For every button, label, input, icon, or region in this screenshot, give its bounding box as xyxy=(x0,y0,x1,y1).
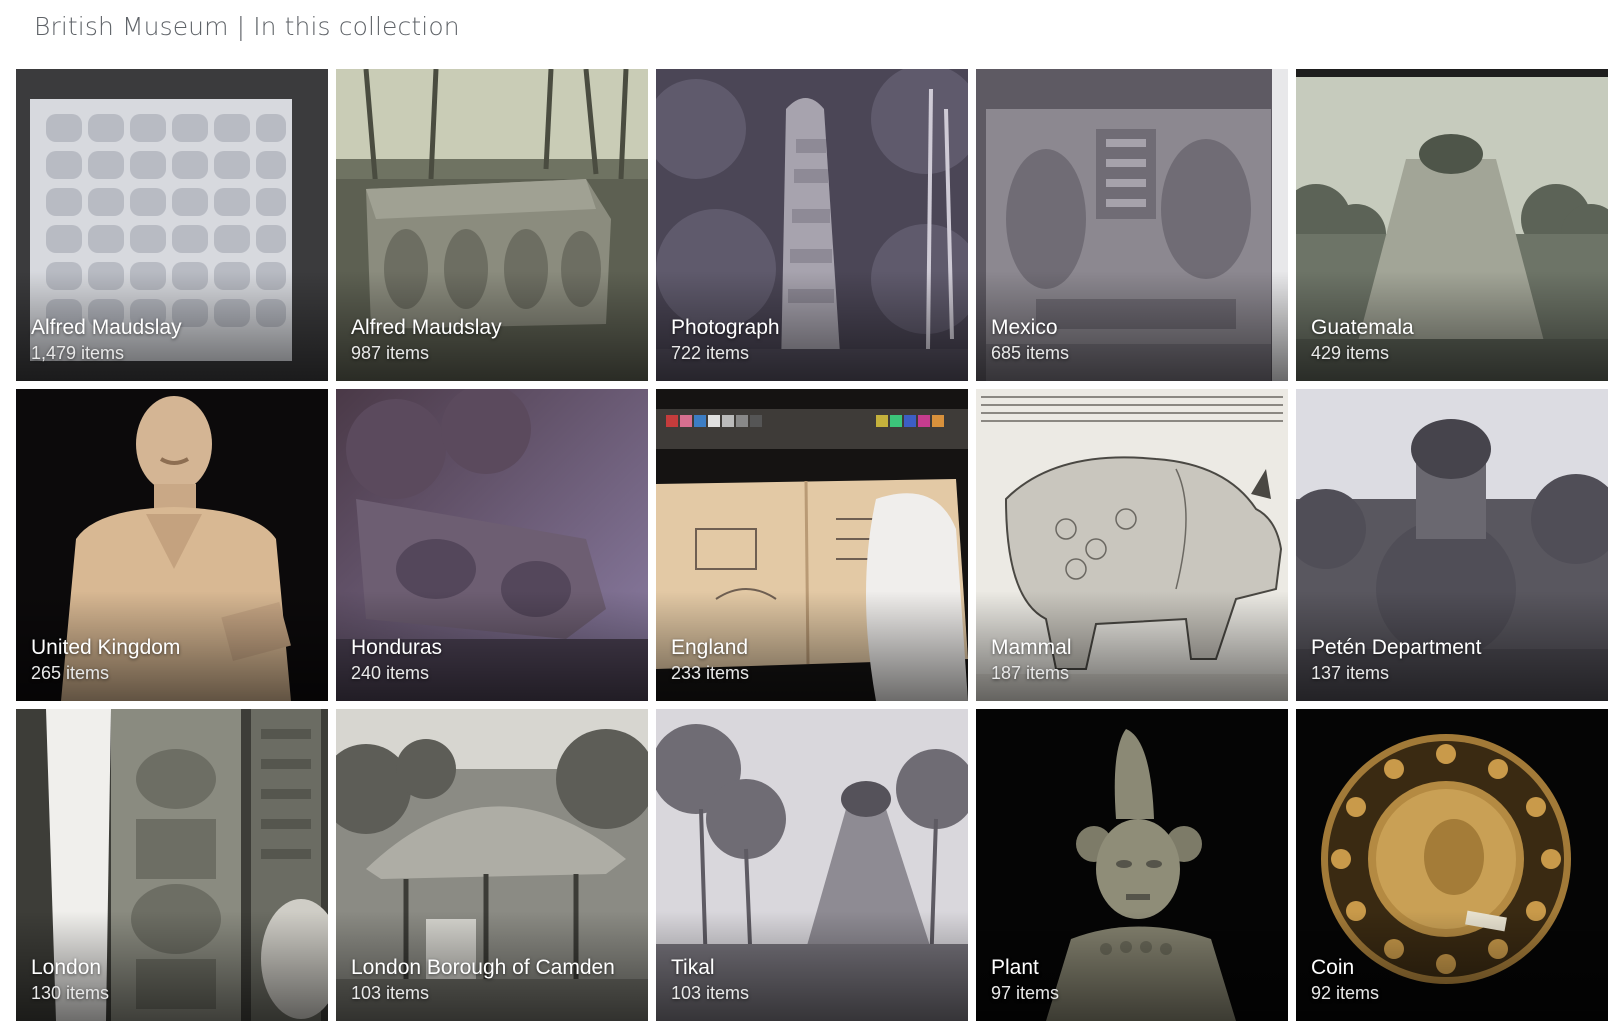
tile-count: 1,479 items xyxy=(31,343,125,363)
tile-name: Alfred Maudslay xyxy=(351,316,502,339)
tile-count: 97 items xyxy=(991,983,1060,1003)
tile-count: 130 items xyxy=(31,983,110,1003)
collection-tile[interactable]: Honduras 240 items xyxy=(336,389,648,701)
tile-count: 987 items xyxy=(351,343,430,363)
tile-name: Guatemala xyxy=(1311,316,1414,339)
collection-tile[interactable]: London Borough of Camden 103 items xyxy=(336,709,648,1021)
tile-count: 103 items xyxy=(351,983,430,1003)
tile-name: Petén Department xyxy=(1311,636,1482,659)
tile-caption: United Kingdom 265 items xyxy=(31,635,180,685)
tile-caption: Mammal 187 items xyxy=(991,635,1072,685)
tile-caption: Mexico 685 items xyxy=(991,315,1069,365)
tile-caption: Tikal 103 items xyxy=(671,955,749,1005)
collection-tile[interactable]: Coin 92 items xyxy=(1296,709,1608,1021)
collection-tile[interactable]: Mexico 685 items xyxy=(976,69,1288,381)
collection-tile[interactable]: Alfred Maudslay 987 items xyxy=(336,69,648,381)
collection-tile[interactable]: Guatemala 429 items xyxy=(1296,69,1608,381)
tile-count: 92 items xyxy=(1311,983,1380,1003)
tile-name: Photograph xyxy=(671,316,780,339)
tile-caption: Coin 92 items xyxy=(1311,955,1379,1005)
tile-caption: Alfred Maudslay 987 items xyxy=(351,315,502,365)
tile-count: 233 items xyxy=(671,663,750,683)
tile-count: 137 items xyxy=(1311,663,1390,683)
tile-caption: Alfred Maudslay 1,479 items xyxy=(31,315,182,365)
collection-tile[interactable]: London 130 items xyxy=(16,709,328,1021)
tile-caption: Photograph 722 items xyxy=(671,315,780,365)
collection-tile[interactable]: England 233 items xyxy=(656,389,968,701)
tile-caption: Plant 97 items xyxy=(991,955,1059,1005)
tile-caption: England 233 items xyxy=(671,635,749,685)
tile-name: Mexico xyxy=(991,316,1058,339)
collection-tile[interactable]: Alfred Maudslay 1,479 items xyxy=(16,69,328,381)
collection-tile[interactable]: Petén Department 137 items xyxy=(1296,389,1608,701)
tile-name: Honduras xyxy=(351,636,443,659)
tile-count: 722 items xyxy=(671,343,750,363)
tile-count: 103 items xyxy=(671,983,750,1003)
collection-tile[interactable]: Mammal 187 items xyxy=(976,389,1288,701)
tile-name: Alfred Maudslay xyxy=(31,316,182,339)
tile-caption: London 130 items xyxy=(31,955,109,1005)
tile-count: 429 items xyxy=(1311,343,1390,363)
tile-name: England xyxy=(671,636,749,659)
tile-name: Plant xyxy=(991,956,1039,979)
tile-caption: Guatemala 429 items xyxy=(1311,315,1414,365)
tile-name: London xyxy=(31,956,102,979)
tile-count: 265 items xyxy=(31,663,110,683)
tile-count: 240 items xyxy=(351,663,430,683)
collection-grid: Alfred Maudslay 1,479 items Alfred Mauds… xyxy=(16,69,1610,1021)
tile-count: 685 items xyxy=(991,343,1070,363)
tile-caption: Honduras 240 items xyxy=(351,635,442,685)
tile-name: Tikal xyxy=(671,956,715,979)
tile-name: Coin xyxy=(1311,956,1355,979)
tile-caption: London Borough of Camden 103 items xyxy=(351,955,615,1005)
tile-name: United Kingdom xyxy=(31,636,181,659)
collection-tile[interactable]: Photograph 722 items xyxy=(656,69,968,381)
collection-tile[interactable]: Tikal 103 items xyxy=(656,709,968,1021)
collection-tile[interactable]: Plant 97 items xyxy=(976,709,1288,1021)
tile-name: London Borough of Camden xyxy=(351,956,615,979)
page-title: British Museum | In this collection xyxy=(34,12,460,41)
tile-caption: Petén Department 137 items xyxy=(1311,635,1481,685)
tile-count: 187 items xyxy=(991,663,1070,683)
tile-name: Mammal xyxy=(991,636,1072,659)
collection-tile[interactable]: United Kingdom 265 items xyxy=(16,389,328,701)
